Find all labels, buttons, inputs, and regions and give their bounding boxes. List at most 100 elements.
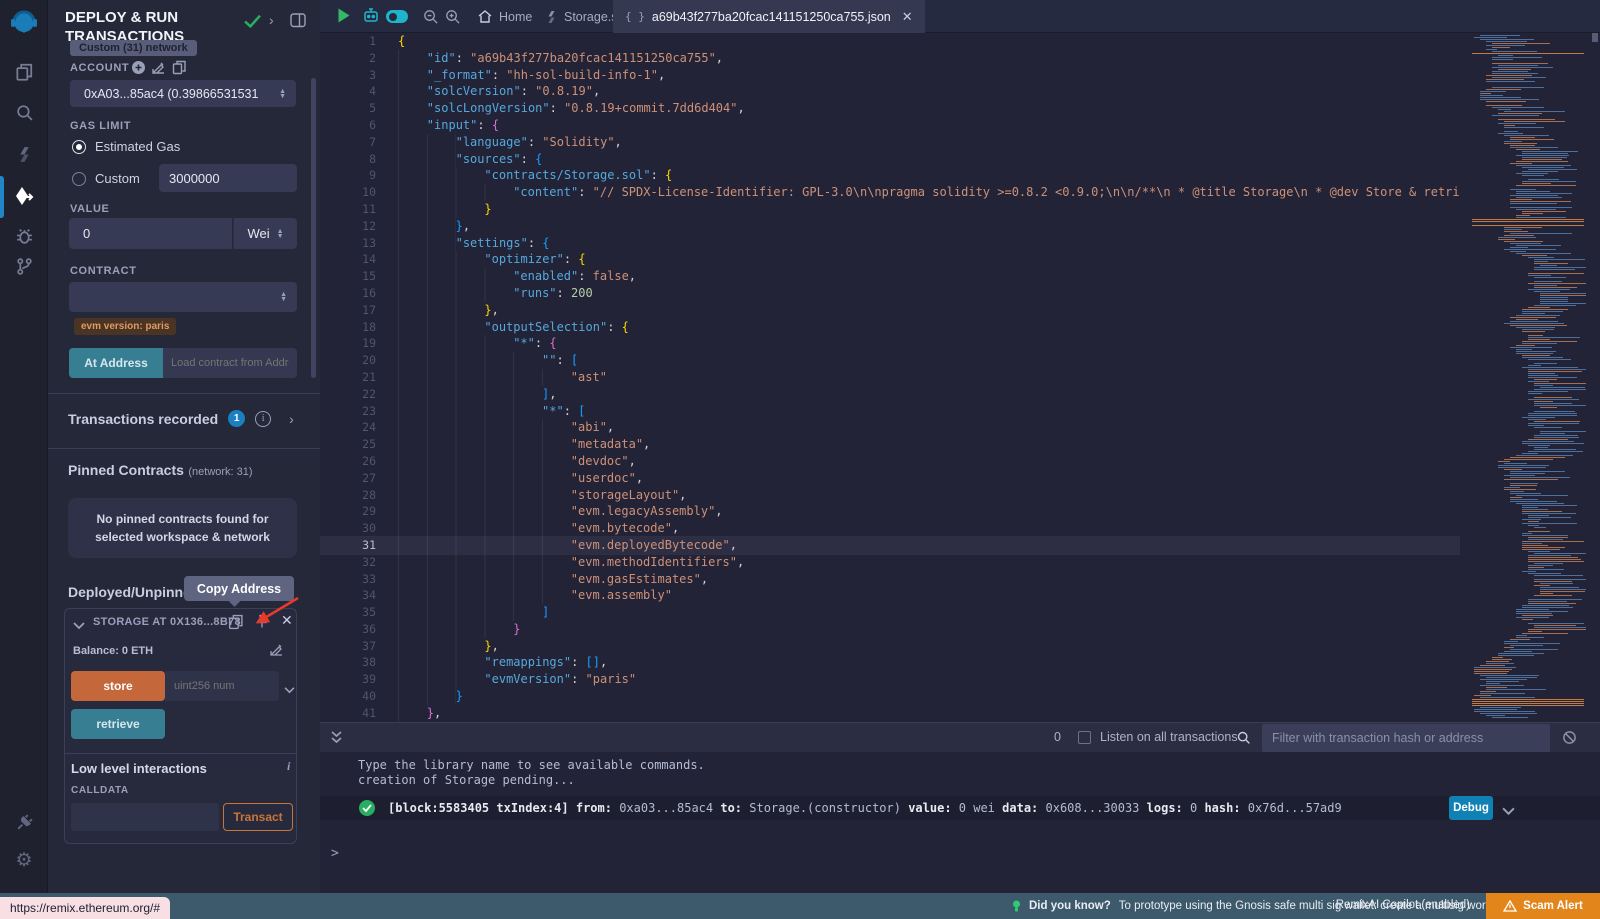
code-line[interactable]: 34"evm.assembly" xyxy=(320,587,1460,604)
pin-panel-icon[interactable] xyxy=(290,13,306,33)
copy-account-icon[interactable] xyxy=(172,60,186,80)
code-line[interactable]: 14"optimizer": { xyxy=(320,251,1460,268)
contract-select[interactable]: ▲▼ xyxy=(69,282,297,312)
code-line[interactable]: 4"solcVersion": "0.8.19", xyxy=(320,83,1460,100)
code-line[interactable]: 36} xyxy=(320,621,1460,638)
plugin-manager-icon[interactable] xyxy=(0,808,48,836)
code-line[interactable]: 6"input": { xyxy=(320,117,1460,134)
code-line[interactable]: 32"evm.methodIdentifiers", xyxy=(320,554,1460,571)
code-line[interactable]: 31"evm.deployedBytecode", xyxy=(320,537,1460,554)
code-line[interactable]: 16"runs": 200 xyxy=(320,285,1460,302)
panel-scrollbar[interactable] xyxy=(311,78,316,378)
settings-gear-icon[interactable]: ⚙ xyxy=(0,846,48,874)
gas-custom-input[interactable] xyxy=(159,164,297,192)
code-line[interactable]: 27"userdoc", xyxy=(320,470,1460,487)
code-line[interactable]: 39"evmVersion": "paris" xyxy=(320,671,1460,688)
file-explorer-icon[interactable] xyxy=(0,58,48,86)
scam-alert-button[interactable]: Scam Alert xyxy=(1486,893,1600,919)
code-line[interactable]: 18"outputSelection": { xyxy=(320,319,1460,336)
git-icon[interactable] xyxy=(0,252,48,280)
code-line[interactable]: 1{ xyxy=(320,33,1460,50)
code-line[interactable]: 15"enabled": false, xyxy=(320,268,1460,285)
tab-home[interactable]: Home xyxy=(466,0,544,33)
code-line[interactable]: 26"devdoc", xyxy=(320,453,1460,470)
lowlevel-info-icon[interactable]: i xyxy=(287,759,290,774)
transaction-log-row[interactable]: [block:5583405 txIndex:4] from: 0xa03...… xyxy=(320,796,1600,820)
code-line[interactable]: 22], xyxy=(320,386,1460,403)
search-icon[interactable] xyxy=(0,98,48,126)
code-line[interactable]: 38"remappings": [], xyxy=(320,654,1460,671)
code-line[interactable]: 28"storageLayout", xyxy=(320,487,1460,504)
code-line[interactable]: 8"sources": { xyxy=(320,151,1460,168)
close-tab-icon[interactable]: ✕ xyxy=(902,9,913,25)
run-script-icon[interactable] xyxy=(337,7,351,29)
minimap-scrollbar[interactable] xyxy=(1592,33,1598,42)
code-line[interactable]: 29"evm.legacyAssembly", xyxy=(320,503,1460,520)
store-button[interactable]: store xyxy=(71,671,165,701)
remix-logo-icon[interactable] xyxy=(0,6,48,42)
edit-balance-icon[interactable] xyxy=(269,642,284,662)
calldata-input[interactable] xyxy=(71,803,219,831)
debug-button[interactable]: Debug xyxy=(1449,796,1493,820)
code-line[interactable]: 40} xyxy=(320,688,1460,705)
transact-button[interactable]: Transact xyxy=(223,803,293,831)
gas-custom-option[interactable]: Custom xyxy=(72,171,140,186)
add-account-icon[interactable] xyxy=(131,60,146,80)
gas-estimated-option[interactable]: Estimated Gas xyxy=(72,139,180,154)
value-input[interactable] xyxy=(69,218,232,249)
expand-store-icon[interactable] xyxy=(284,681,295,699)
store-input[interactable] xyxy=(165,671,279,701)
at-address-button[interactable]: At Address xyxy=(69,348,163,378)
code-line[interactable]: 9"contracts/Storage.sol": { xyxy=(320,167,1460,184)
edit-account-icon[interactable] xyxy=(151,60,166,80)
code-line[interactable]: 21"ast" xyxy=(320,369,1460,386)
solidity-compiler-icon[interactable] xyxy=(0,140,48,168)
code-line[interactable]: 33"evm.gasEstimates", xyxy=(320,571,1460,588)
code-line[interactable]: 30"evm.bytecode", xyxy=(320,520,1460,537)
retrieve-button[interactable]: retrieve xyxy=(71,709,165,739)
code-line[interactable]: 41}, xyxy=(320,705,1460,722)
radio-selected-icon[interactable] xyxy=(72,140,86,154)
code-line[interactable]: 20"": [ xyxy=(320,352,1460,369)
value-unit-select[interactable]: Wei ▲▼ xyxy=(233,218,297,249)
code-line[interactable]: 17}, xyxy=(320,302,1460,319)
debugger-icon[interactable] xyxy=(0,222,48,250)
code-line[interactable]: 10"content": "// SPDX-License-Identifier… xyxy=(320,184,1460,201)
zoom-out-icon[interactable] xyxy=(422,8,439,30)
radio-unselected-icon[interactable] xyxy=(72,172,86,186)
code-line[interactable]: 25"metadata", xyxy=(320,436,1460,453)
account-stepper-icon[interactable]: ▲▼ xyxy=(279,89,286,99)
filter-input[interactable] xyxy=(1262,724,1550,752)
account-select[interactable]: 0xA03...85ac4 (0.39866531531 ▲▼ xyxy=(70,80,296,107)
deploy-and-run-icon[interactable] xyxy=(0,178,48,216)
code-line[interactable]: 13"settings": { xyxy=(320,235,1460,252)
ai-toggle-icon[interactable] xyxy=(386,10,408,23)
at-address-input[interactable] xyxy=(163,348,297,378)
code-line[interactable]: 37}, xyxy=(320,638,1460,655)
code-line[interactable]: 11} xyxy=(320,201,1460,218)
code-line[interactable]: 3"_format": "hh-sol-build-info-1", xyxy=(320,67,1460,84)
terminal-prompt[interactable]: > xyxy=(331,846,339,861)
contract-stepper-icon[interactable]: ▲▼ xyxy=(280,292,287,302)
code-line[interactable]: 5"solcLongVersion": "0.8.19+commit.7dd6d… xyxy=(320,100,1460,117)
code-line[interactable]: 19"*": { xyxy=(320,335,1460,352)
info-icon[interactable]: i xyxy=(255,411,271,427)
expand-log-icon[interactable] xyxy=(1502,803,1515,821)
minimap[interactable] xyxy=(1468,33,1590,722)
copilot-status[interactable]: RemixAI Copilot (enabled) xyxy=(1336,899,1470,911)
code-line[interactable]: 7"language": "Solidity", xyxy=(320,134,1460,151)
transactions-recorded-row[interactable]: Transactions recorded 1 i › xyxy=(68,410,294,427)
code-line[interactable]: 12}, xyxy=(320,218,1460,235)
panel-forward-icon[interactable]: › xyxy=(269,12,274,28)
code-line[interactable]: 23"*": [ xyxy=(320,403,1460,420)
code-line[interactable]: 35] xyxy=(320,604,1460,621)
listen-checkbox[interactable] xyxy=(1078,731,1091,744)
code-line[interactable]: 2"id": "a69b43f277ba20fcac141151250ca755… xyxy=(320,50,1460,67)
remix-ai-icon[interactable] xyxy=(362,6,380,30)
collapse-contract-icon[interactable] xyxy=(73,617,85,635)
tab-json-active[interactable]: { } a69b43f277ba20fcac141151250ca755.jso… xyxy=(613,0,925,33)
copy-address-icon[interactable] xyxy=(228,614,243,635)
expand-transactions-icon[interactable]: › xyxy=(289,411,294,427)
code-line[interactable]: 24"abi", xyxy=(320,419,1460,436)
collapse-terminal-icon[interactable] xyxy=(330,730,343,750)
